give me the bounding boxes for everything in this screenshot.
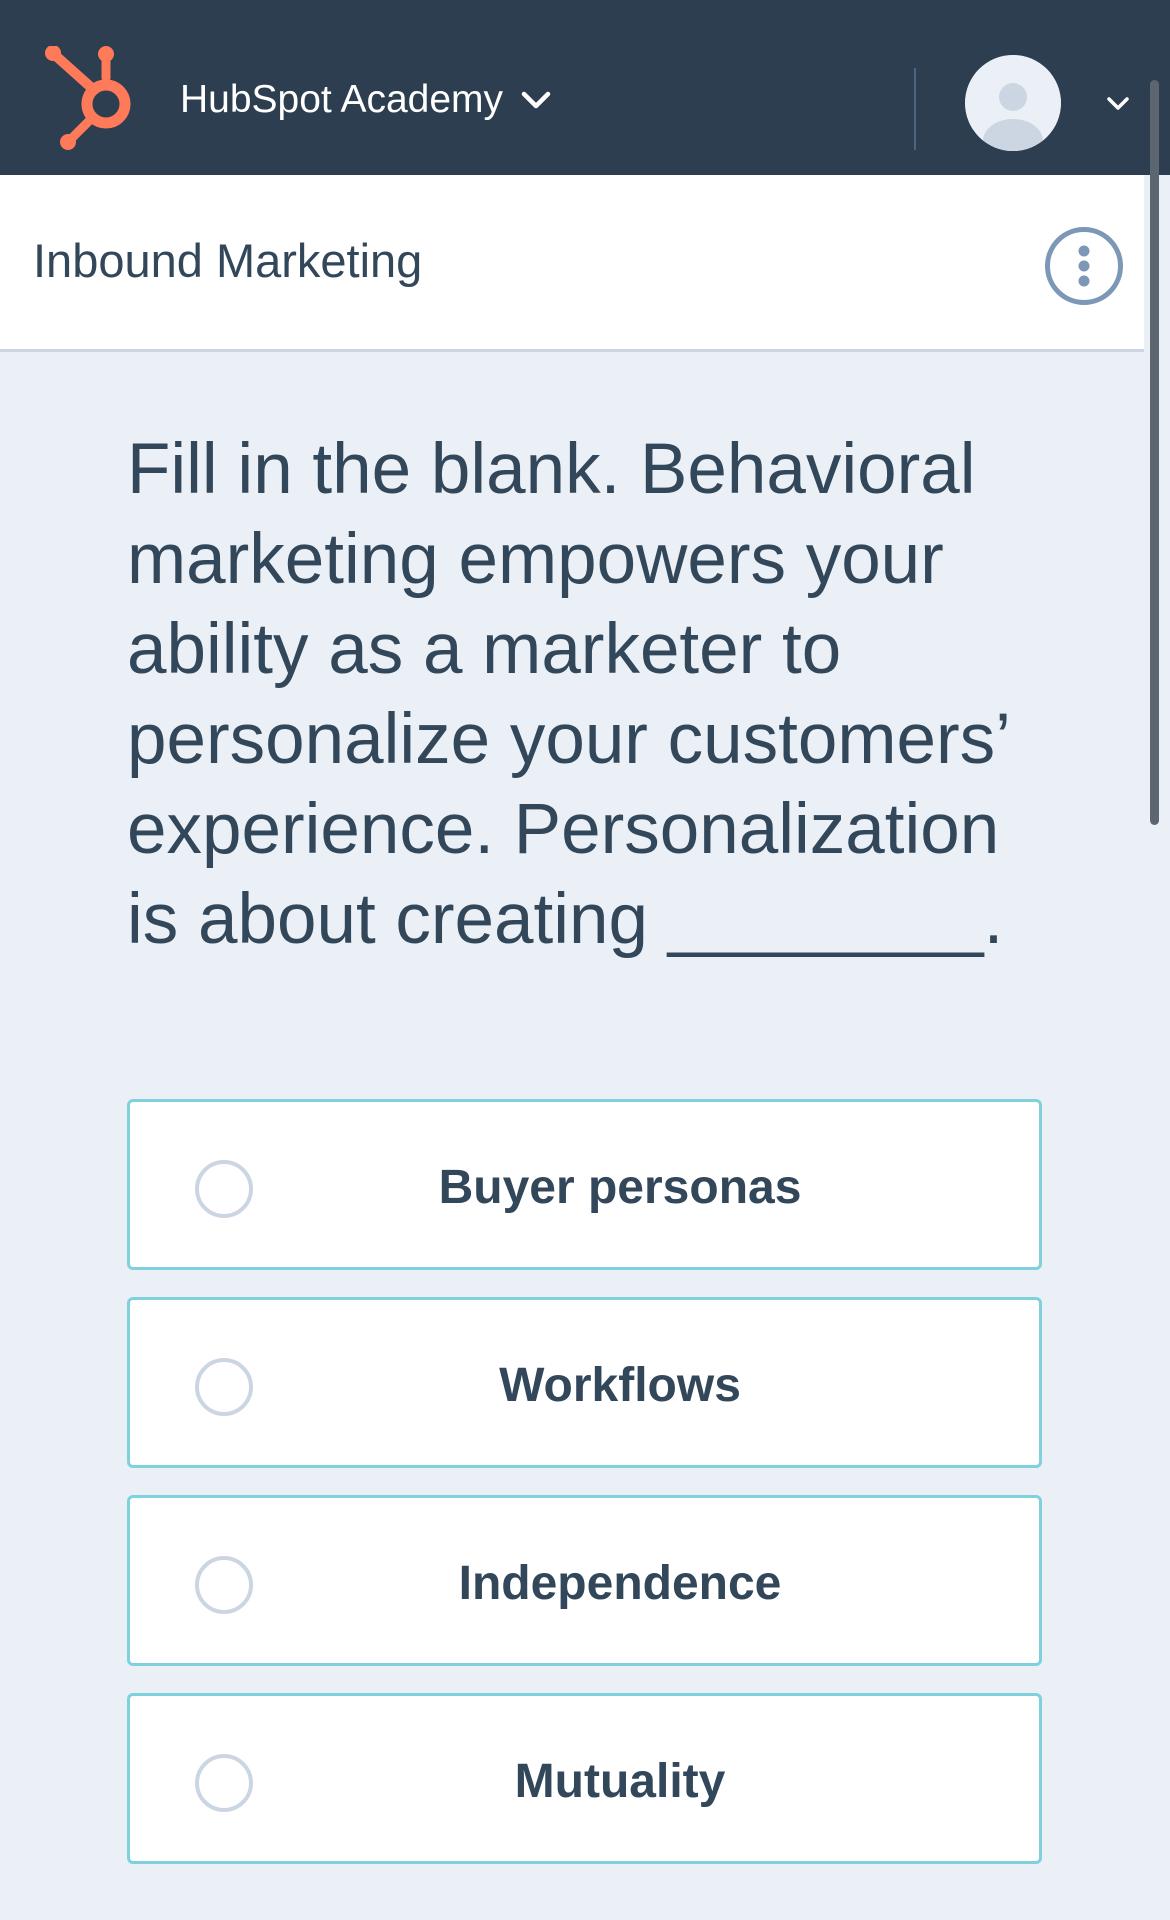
course-header: Inbound Marketing <box>0 175 1144 352</box>
header-divider <box>914 68 916 150</box>
answer-option-independence[interactable]: Independence <box>127 1495 1042 1666</box>
chevron-down-icon <box>521 91 551 109</box>
radio-button[interactable] <box>195 1754 253 1812</box>
page-scrollbar[interactable] <box>1150 80 1159 825</box>
radio-button[interactable] <box>195 1160 253 1218</box>
question-text: Fill in the blank. Behavioral marketing … <box>127 430 1009 959</box>
brand-label: HubSpot Academy <box>180 78 504 121</box>
answer-option-label: Workflows <box>499 1359 741 1412</box>
hubspot-logo-icon[interactable] <box>44 46 140 150</box>
top-navigation-bar: HubSpot Academy <box>0 0 1170 175</box>
answer-option-label: Buyer personas <box>438 1161 802 1214</box>
academy-menu-button[interactable]: HubSpot Academy <box>180 72 551 128</box>
account-chevron-down-icon[interactable] <box>1106 96 1130 112</box>
answer-option-buyer-personas[interactable]: Buyer personas <box>127 1099 1042 1270</box>
answer-option-label: Mutuality <box>514 1755 726 1808</box>
answer-option-workflows[interactable]: Workflows <box>127 1297 1042 1468</box>
vertical-ellipsis-icon <box>1078 245 1090 287</box>
user-avatar[interactable] <box>965 55 1061 151</box>
answer-option-label: Independence <box>458 1557 782 1610</box>
radio-button[interactable] <box>195 1358 253 1416</box>
more-options-button[interactable] <box>1045 227 1123 305</box>
answer-option-mutuality[interactable]: Mutuality <box>127 1693 1042 1864</box>
course-title: Inbound Marketing <box>33 234 423 287</box>
radio-button[interactable] <box>195 1556 253 1614</box>
user-avatar-icon <box>965 55 1061 151</box>
